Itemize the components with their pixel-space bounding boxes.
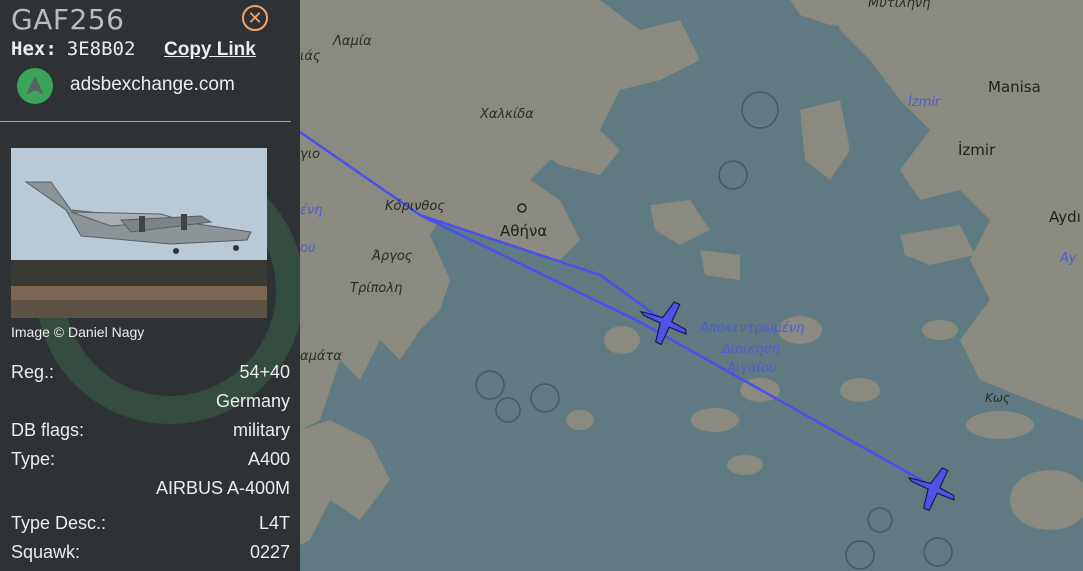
type-label: Type:: [11, 449, 56, 469]
land-island: [566, 410, 594, 430]
map-label-mytilini: Μυτιλήνη: [868, 0, 930, 11]
map-label-ay: Ay: [1059, 251, 1077, 266]
map-label-gio: γιο: [300, 147, 320, 162]
type-full-value: AIRBUS A-400M: [155, 478, 290, 498]
map-label-chalkida: Χαλκίδα: [479, 107, 534, 122]
squawk-label: Squawk:: [11, 542, 81, 562]
land-island: [604, 326, 640, 354]
map-label-aydin: Aydı: [1049, 208, 1081, 226]
land-island: [966, 411, 1034, 439]
land-island: [691, 408, 739, 432]
type-value: A400: [247, 449, 290, 469]
adsbexchange-logo-icon[interactable]: [17, 68, 53, 104]
map-label-argos: Άργος: [371, 249, 413, 264]
hex-label: Hex:: [11, 38, 57, 60]
map-label-ou: ου: [300, 241, 316, 256]
db-flags-label: DB flags:: [11, 420, 85, 440]
type-desc-value: L4T: [258, 513, 290, 533]
map-label-athina: Αθήνα: [500, 222, 547, 240]
divider: [0, 121, 291, 122]
map-label-aigaio-1: Αποκεντρωμένη: [699, 321, 804, 336]
country-value: Germany: [215, 391, 290, 411]
map-label-lamia: Λαμία: [332, 34, 372, 49]
map-label-izmir-italic: İzmir: [908, 94, 942, 110]
reg-value: 54+40: [239, 362, 290, 382]
land-island: [727, 455, 763, 475]
close-icon: ✕: [247, 8, 263, 28]
image-credit: Image © Daniel Nagy: [11, 324, 145, 340]
hex-value: 3E8B02: [66, 38, 136, 60]
copy-link-button[interactable]: Copy Link: [164, 39, 256, 61]
map-label-tripoli: Τρίπολη: [350, 281, 402, 296]
reg-label: Reg.:: [11, 362, 55, 382]
map-label-as: ιάς: [300, 49, 321, 64]
map-label-izmir: İzmir: [958, 140, 996, 159]
map-label-manisa: Manisa: [988, 78, 1041, 96]
callsign: GAF256: [11, 3, 125, 36]
close-button[interactable]: ✕: [242, 5, 268, 31]
hex-row: Hex: 3E8B02: [11, 38, 135, 60]
map-label-aigaio-2: Διοίκηση: [721, 342, 780, 357]
land-island: [922, 320, 958, 340]
land-island: [840, 378, 880, 402]
adsbexchange-link[interactable]: adsbexchange.com: [70, 74, 235, 96]
map-label-kos: Κως: [985, 391, 1010, 405]
db-flags-value: military: [233, 420, 290, 440]
map-label-kalamata: αμάτα: [300, 349, 342, 364]
aircraft-photo[interactable]: [11, 148, 267, 318]
aircraft-info-panel: GAF256 ✕ Hex: 3E8B02 Copy Link adsbexchan…: [0, 0, 300, 571]
squawk-value: 0227: [249, 542, 290, 562]
map-label-aigaio-3: Αιγαίου: [726, 361, 777, 376]
map-label-korinthos: Κόρινθος: [385, 199, 445, 214]
map-label-eni: ένη: [300, 203, 323, 218]
type-desc-label: Type Desc.:: [11, 513, 107, 533]
